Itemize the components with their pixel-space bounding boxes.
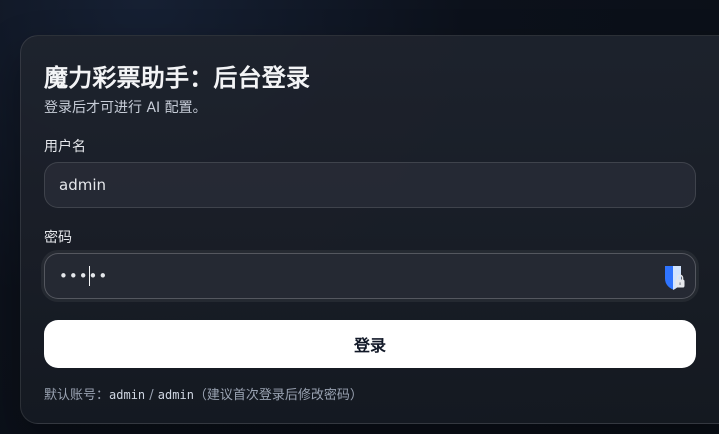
hint-separator: / — [145, 388, 158, 403]
hint-suffix: （建议首次登录后修改密码） — [193, 388, 363, 403]
hint-username: admin — [109, 388, 146, 402]
login-button[interactable]: 登录 — [44, 320, 696, 368]
default-account-hint: 默认账号：admin / admin（建议首次登录后修改密码） — [44, 384, 363, 403]
text-caret — [89, 266, 90, 286]
hint-prefix: 默认账号： — [44, 388, 110, 403]
shield-lock-icon[interactable] — [658, 262, 688, 292]
password-field[interactable] — [44, 253, 696, 299]
page-title: 魔力彩票助手：后台登录 — [44, 64, 311, 92]
username-field[interactable] — [44, 162, 696, 208]
username-label: 用户名 — [44, 139, 86, 155]
shield-lock-icon-svg — [665, 266, 685, 290]
hint-password: admin — [157, 388, 194, 402]
password-label: 密码 — [44, 230, 72, 246]
page-subtitle: 登录后才可进行 AI 配置。 — [44, 100, 207, 116]
